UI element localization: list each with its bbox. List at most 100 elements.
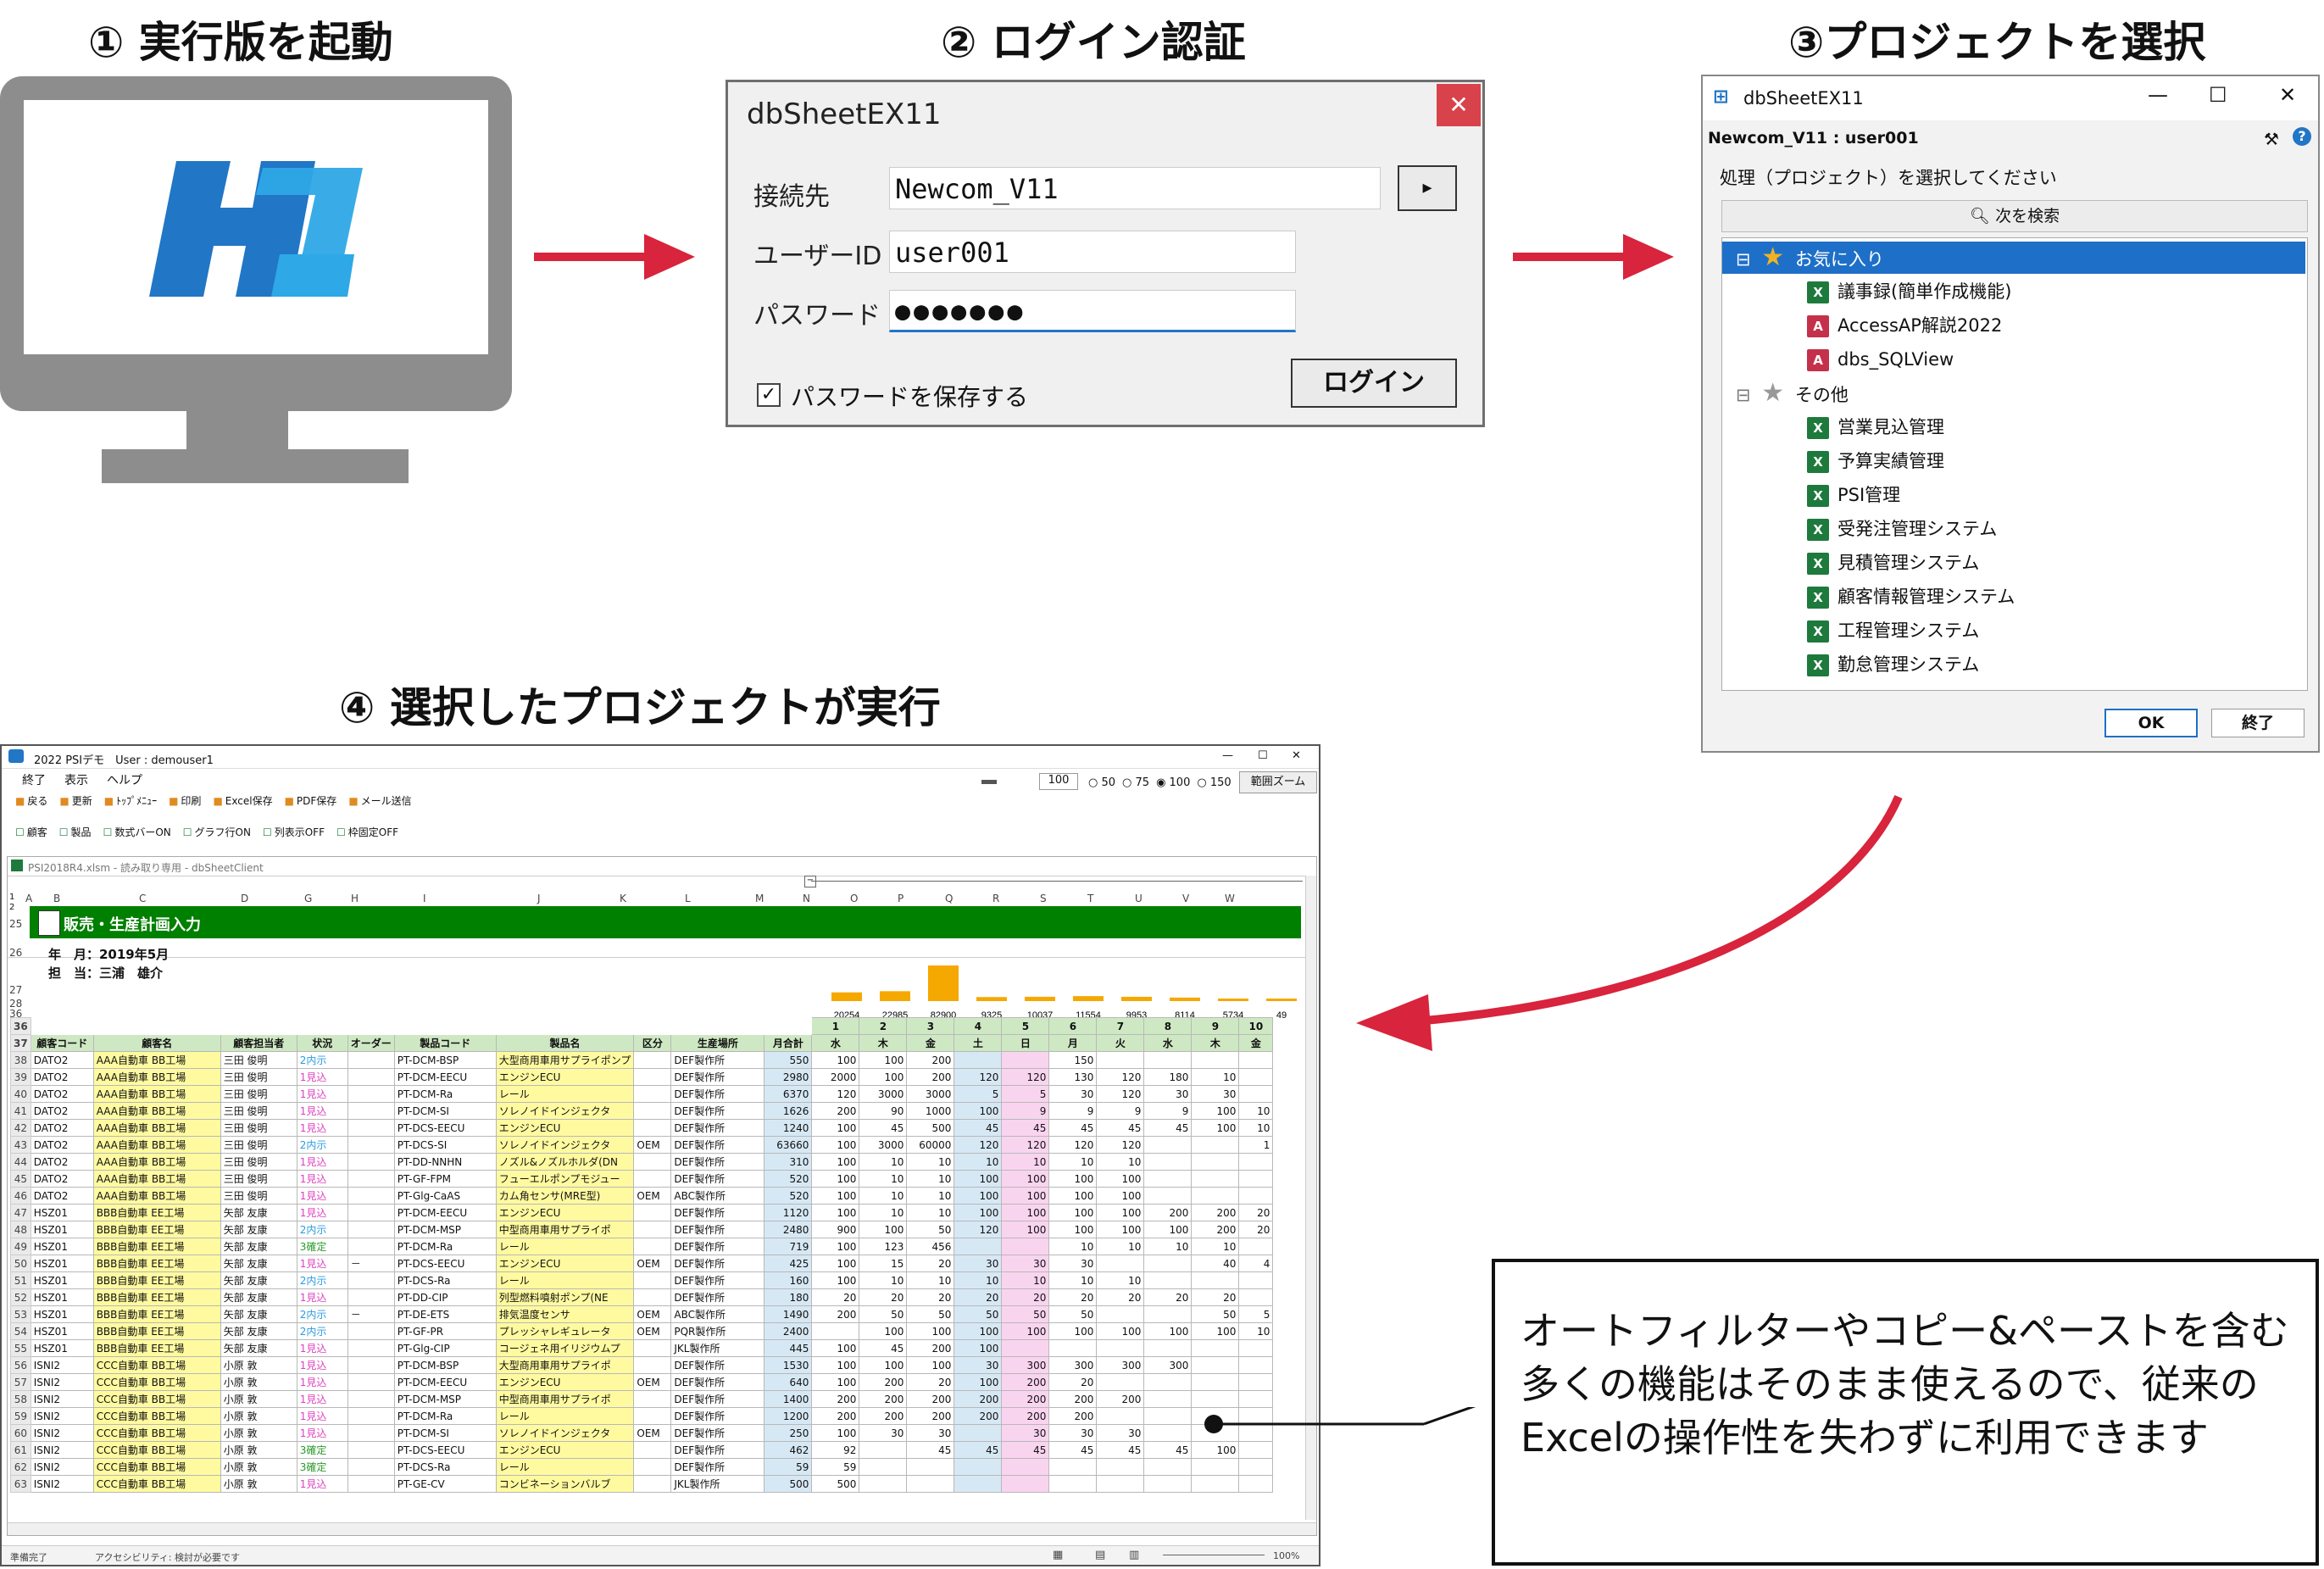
grid-cell[interactable]: 10 (859, 1187, 908, 1205)
grid-cell[interactable]: 10 (906, 1271, 955, 1289)
grid-cell[interactable]: 1見込 (296, 1170, 348, 1188)
grid-cell[interactable]: 1見込 (296, 1187, 348, 1205)
grid-cell[interactable]: ISNI2 (30, 1356, 94, 1374)
grid-cell[interactable]: 矢部 友康 (220, 1204, 297, 1221)
grid-cell[interactable]: 200 (1191, 1204, 1240, 1221)
grid-cell[interactable]: 10 (1001, 1271, 1050, 1289)
grid-cell[interactable]: 三田 俊明 (220, 1170, 297, 1188)
grid-cell[interactable]: BBB自動車 EE工場 (92, 1322, 221, 1340)
grid-cell[interactable]: 小原 敦 (220, 1356, 297, 1374)
grid-cell[interactable] (1238, 1390, 1274, 1408)
grid-cell[interactable]: 123 (859, 1238, 908, 1255)
grid-cell[interactable]: 200 (906, 1390, 955, 1408)
column-header[interactable]: 区分 (633, 1034, 672, 1052)
grid-cell[interactable] (1143, 1373, 1193, 1391)
grid-cell[interactable]: 92 (811, 1441, 860, 1459)
grid-cell[interactable]: 200 (811, 1102, 860, 1120)
grid-cell[interactable]: PT-Glg-CIP (393, 1339, 497, 1357)
grid-cell[interactable]: DEF製作所 (670, 1458, 765, 1476)
tree-node-others[interactable]: ⊟ ★ その他 (1722, 377, 1849, 409)
grid-cell[interactable]: 100 (1191, 1322, 1240, 1340)
grid-cell[interactable] (954, 1051, 1003, 1069)
grid-cell[interactable]: CCC自動車 BB工場 (92, 1475, 221, 1493)
grid-cell[interactable]: 100 (811, 1424, 860, 1442)
grid-cell[interactable]: 20 (1096, 1288, 1145, 1306)
grid-cell[interactable]: AAA自動車 BB工場 (92, 1119, 221, 1137)
grid-cell[interactable] (633, 1102, 672, 1120)
grid-cell[interactable]: 大型商用車用サプライポンプ (495, 1051, 635, 1069)
grid-cell[interactable]: 100 (859, 1221, 908, 1238)
grid-cell[interactable]: 520 (764, 1187, 813, 1205)
toggle-button[interactable]: ☐ 製品 (59, 826, 92, 838)
grid-cell[interactable] (633, 1204, 672, 1221)
grid-cell[interactable]: 1見込 (296, 1475, 348, 1493)
grid-cell[interactable]: 30 (1143, 1085, 1193, 1103)
grid-cell[interactable] (633, 1288, 672, 1306)
grid-cell[interactable]: 三田 俊明 (220, 1085, 297, 1103)
grid-cell[interactable]: 45 (954, 1119, 1003, 1137)
grid-cell[interactable] (811, 1322, 860, 1340)
grid-cell[interactable]: JKL製作所 (670, 1339, 765, 1357)
login-button[interactable]: ログイン (1291, 359, 1457, 408)
grid-cell[interactable]: 100 (954, 1339, 1003, 1357)
grid-cell[interactable]: 200 (906, 1407, 955, 1425)
grid-cell[interactable] (633, 1356, 672, 1374)
grid-cell[interactable]: 3000 (859, 1136, 908, 1154)
grid-cell[interactable] (1096, 1458, 1145, 1476)
grid-cell[interactable]: 640 (764, 1373, 813, 1391)
grid-cell[interactable] (1143, 1136, 1193, 1154)
grid-cell[interactable]: 1000 (906, 1102, 955, 1120)
grid-cell[interactable] (633, 1407, 672, 1425)
exit-button[interactable]: 終了 (2211, 709, 2305, 737)
grid-cell[interactable] (859, 1475, 908, 1493)
grid-cell[interactable]: 10 (906, 1204, 955, 1221)
grid-cell[interactable]: 9 (1048, 1102, 1098, 1120)
grid-cell[interactable]: 大型商用車用サプライポ (495, 1356, 635, 1374)
grid-cell[interactable]: PT-DCM-BSP (393, 1356, 497, 1374)
grid-cell[interactable]: 10 (1143, 1238, 1193, 1255)
grid-cell[interactable]: HSZ01 (30, 1339, 94, 1357)
grid-cell[interactable]: コージェネ用イリジウムプ (495, 1339, 635, 1357)
grid-cell[interactable]: PT-DCM-Ra (393, 1407, 497, 1425)
grid-cell[interactable]: 2内示 (296, 1221, 348, 1238)
grid-cell[interactable]: 100 (859, 1068, 908, 1086)
grid-cell[interactable]: 30 (906, 1424, 955, 1442)
grid-cell[interactable]: 500 (906, 1119, 955, 1137)
toolbar-button[interactable]: ■ ﾄｯﾌﾟﾒﾆｭｰ (104, 795, 157, 807)
grid-cell[interactable]: PT-GF-PR (393, 1322, 497, 1340)
grid-cell[interactable]: DEF製作所 (670, 1102, 765, 1120)
grid-cell[interactable]: 10 (1048, 1153, 1098, 1171)
grid-cell[interactable]: 10 (954, 1271, 1003, 1289)
tree-item[interactable]: X 見積管理システム (1722, 547, 1979, 579)
grid-cell[interactable] (347, 1238, 395, 1255)
grid-cell[interactable]: 130 (1048, 1068, 1098, 1086)
grid-cell[interactable] (347, 1458, 395, 1476)
grid-cell[interactable] (1096, 1255, 1145, 1272)
grid-cell[interactable] (1096, 1475, 1145, 1493)
grid-cell[interactable]: 250 (764, 1424, 813, 1442)
grid-cell[interactable]: DEF製作所 (670, 1441, 765, 1459)
grid-cell[interactable]: 10 (1238, 1102, 1274, 1120)
grid-cell[interactable]: エンジンECU (495, 1255, 635, 1272)
grid-cell[interactable]: OEM (633, 1305, 672, 1323)
grid-cell[interactable]: DATO2 (30, 1170, 94, 1188)
grid-cell[interactable]: 100 (811, 1238, 860, 1255)
grid-cell[interactable]: 30 (1001, 1424, 1050, 1442)
toolbar-button[interactable]: ■ 戻る (15, 795, 47, 807)
grid-cell[interactable] (954, 1238, 1003, 1255)
grid-cell[interactable]: エンジンECU (495, 1373, 635, 1391)
grid-cell[interactable] (1096, 1051, 1145, 1069)
grid-cell[interactable]: 120 (1096, 1068, 1145, 1086)
grid-cell[interactable]: プレッシャレギュレータ (495, 1322, 635, 1340)
grid-cell[interactable]: 100 (1001, 1204, 1050, 1221)
grid-cell[interactable]: 2内示 (296, 1136, 348, 1154)
column-header[interactable]: 顧客コード (30, 1034, 94, 1052)
grid-cell[interactable] (347, 1136, 395, 1154)
grid-cell[interactable]: 20 (1001, 1288, 1050, 1306)
search-button[interactable]: 🔍︎ 次を検索 (1721, 200, 2308, 232)
toolbar-button[interactable]: ■ メール送信 (348, 795, 411, 807)
grid-cell[interactable]: 300 (1001, 1356, 1050, 1374)
grid-cell[interactable]: 矢部 友康 (220, 1238, 297, 1255)
grid-cell[interactable]: 3000 (906, 1085, 955, 1103)
grid-cell[interactable]: HSZ01 (30, 1204, 94, 1221)
